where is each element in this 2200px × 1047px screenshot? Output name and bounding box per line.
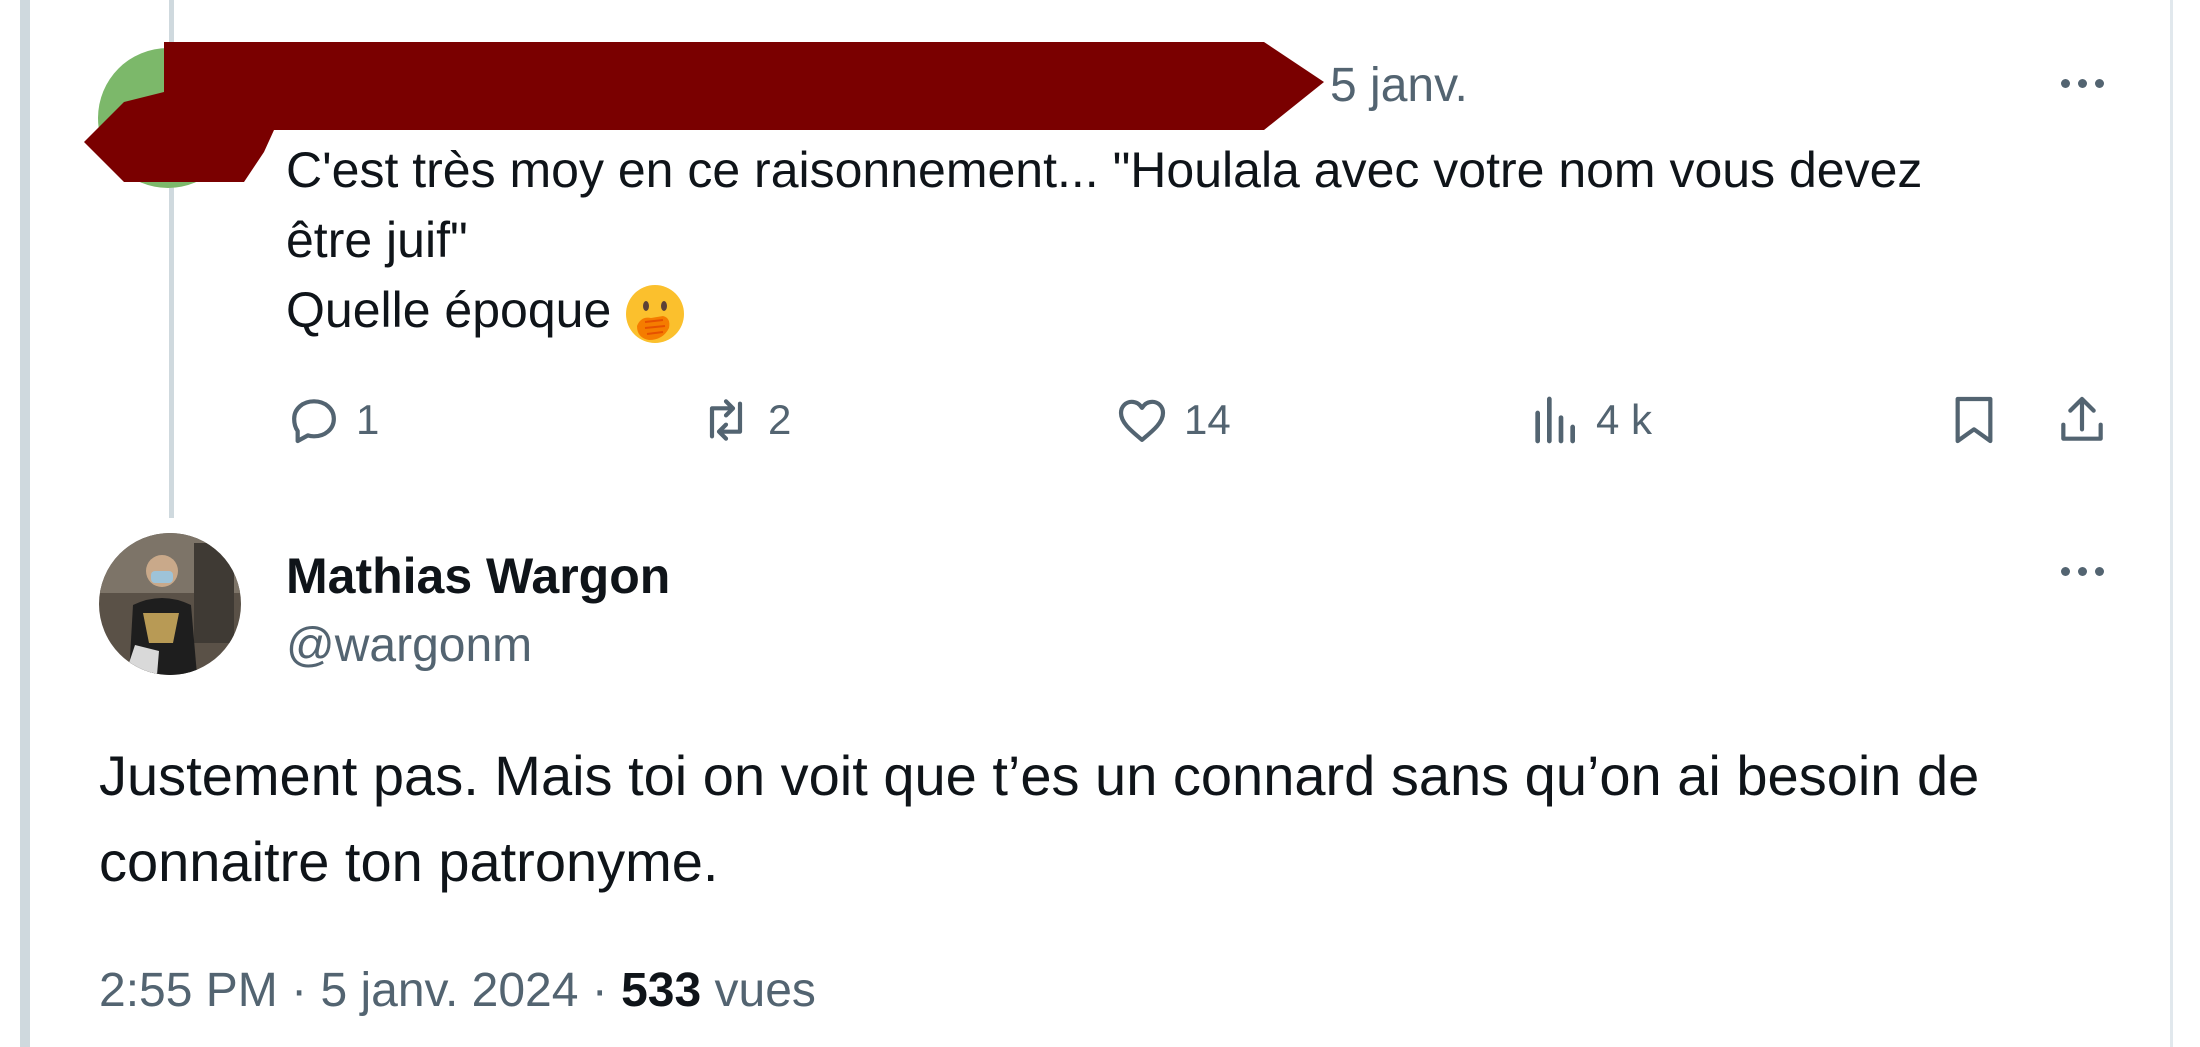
retweet-icon <box>709 399 743 441</box>
parent-text-line-3-text: Quelle époque <box>286 282 612 338</box>
meta-separator: · <box>291 964 308 1017</box>
like-count: 14 <box>1184 396 1231 443</box>
author-handle[interactable]: @wargonm <box>286 618 532 673</box>
tweet-time[interactable]: 2:55 PM <box>99 964 278 1017</box>
retweet-button[interactable]: 2 <box>698 390 791 450</box>
bookmark-icon <box>1955 396 1993 444</box>
author-avatar[interactable] <box>99 533 241 675</box>
tweet-meta: 2:55 PM · 5 janv. 2024 · 533 vues <box>99 963 816 1018</box>
views-chart-icon <box>1535 396 1575 444</box>
views-total[interactable]: 533 <box>621 964 701 1017</box>
parent-text-line-1: C'est très moy en ce raisonnement... "Ho… <box>286 142 1923 198</box>
retweet-count: 2 <box>768 396 792 443</box>
parent-tweet-actions: 1 2 14 4 k <box>0 390 2200 450</box>
more-dots-icon[interactable] <box>2052 556 2112 586</box>
more-dots-icon[interactable] <box>2052 68 2112 98</box>
right-column-border <box>2170 0 2173 1047</box>
reply-icon <box>292 399 336 444</box>
heart-icon <box>1118 399 1166 442</box>
bookmark-button[interactable] <box>1946 390 2002 450</box>
share-button[interactable] <box>2054 390 2110 450</box>
reply-count: 1 <box>356 396 380 443</box>
meta-separator: · <box>591 964 608 1017</box>
views-button[interactable]: 4 k <box>1526 390 1652 450</box>
parent-text-line-2: être juif" <box>286 212 468 268</box>
face-with-hand-over-mouth-icon <box>626 284 685 343</box>
views-count: 4 k <box>1596 396 1653 443</box>
tweet-text: Justement pas. Mais toi on voit que t’es… <box>99 744 1980 893</box>
views-label: vues <box>714 964 816 1017</box>
like-button[interactable]: 14 <box>1114 390 1231 450</box>
reply-button[interactable]: 1 <box>286 390 379 450</box>
share-icon <box>2061 396 2103 441</box>
author-avatar-photo <box>99 533 241 675</box>
parent-text-line-3: Quelle époque <box>286 275 2106 346</box>
parent-tweet-text: C'est très moy en ce raisonnement... "Ho… <box>286 135 2106 346</box>
tweet-date[interactable]: 5 janv. 2024 <box>320 964 578 1017</box>
parent-tweet-date[interactable]: 5 janv. <box>1330 58 1468 113</box>
left-column-border <box>20 0 30 1047</box>
author-name[interactable]: Mathias Wargon <box>286 547 670 605</box>
